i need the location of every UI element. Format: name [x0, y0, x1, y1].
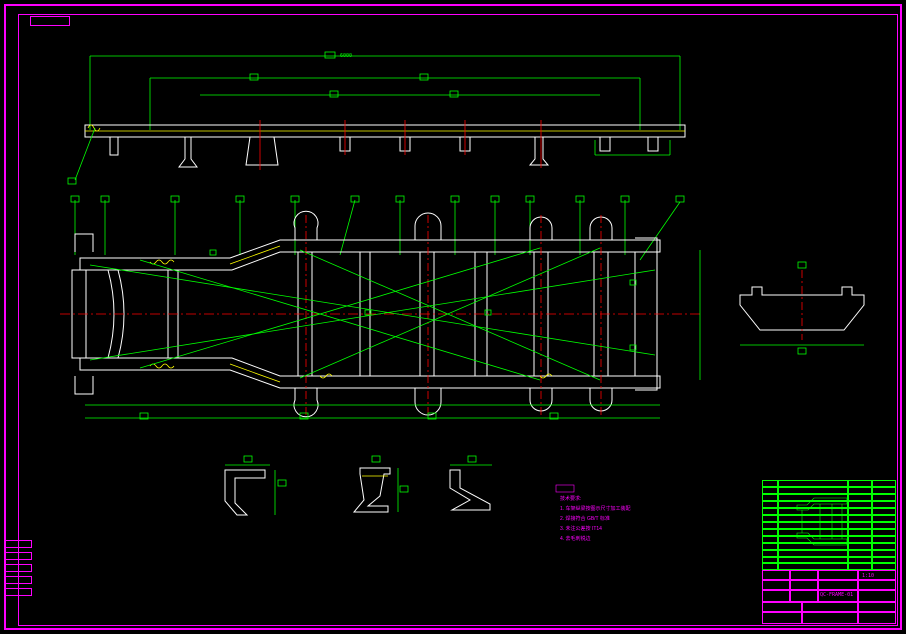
- end-profile-view: [740, 262, 864, 354]
- balloon-row: [71, 196, 684, 260]
- svg-text:1. 车架纵梁按图示尺寸加工装配: 1. 车架纵梁按图示尺寸加工装配: [560, 505, 631, 512]
- bom-table: [762, 480, 896, 570]
- top-dimensions: 6000: [90, 52, 680, 130]
- svg-text:技术要求:: 技术要求:: [560, 495, 581, 502]
- side-view: [68, 120, 685, 184]
- title-fields: QC-FRAME-01 1:10: [762, 570, 896, 624]
- section-a: [225, 456, 286, 515]
- section-b: [354, 456, 408, 512]
- svg-text:2. 焊接符合 GB/T 标准: 2. 焊接符合 GB/T 标准: [560, 515, 610, 522]
- title-block: QC-FRAME-01 1:10: [762, 480, 896, 624]
- section-c: [450, 456, 492, 510]
- svg-text:4. 去毛刺锐边: 4. 去毛刺锐边: [560, 535, 591, 542]
- plan-view: [60, 211, 700, 419]
- notes-block: 技术要求: 1. 车架纵梁按图示尺寸加工装配 2. 焊接符合 GB/T 标准 3…: [556, 485, 631, 542]
- dim-top-overall: 6000: [340, 53, 352, 59]
- title-text: QC-FRAME-01: [820, 592, 853, 598]
- svg-text:3. 未注公差按 IT14: 3. 未注公差按 IT14: [560, 525, 602, 532]
- scale-text: 1:10: [862, 573, 874, 579]
